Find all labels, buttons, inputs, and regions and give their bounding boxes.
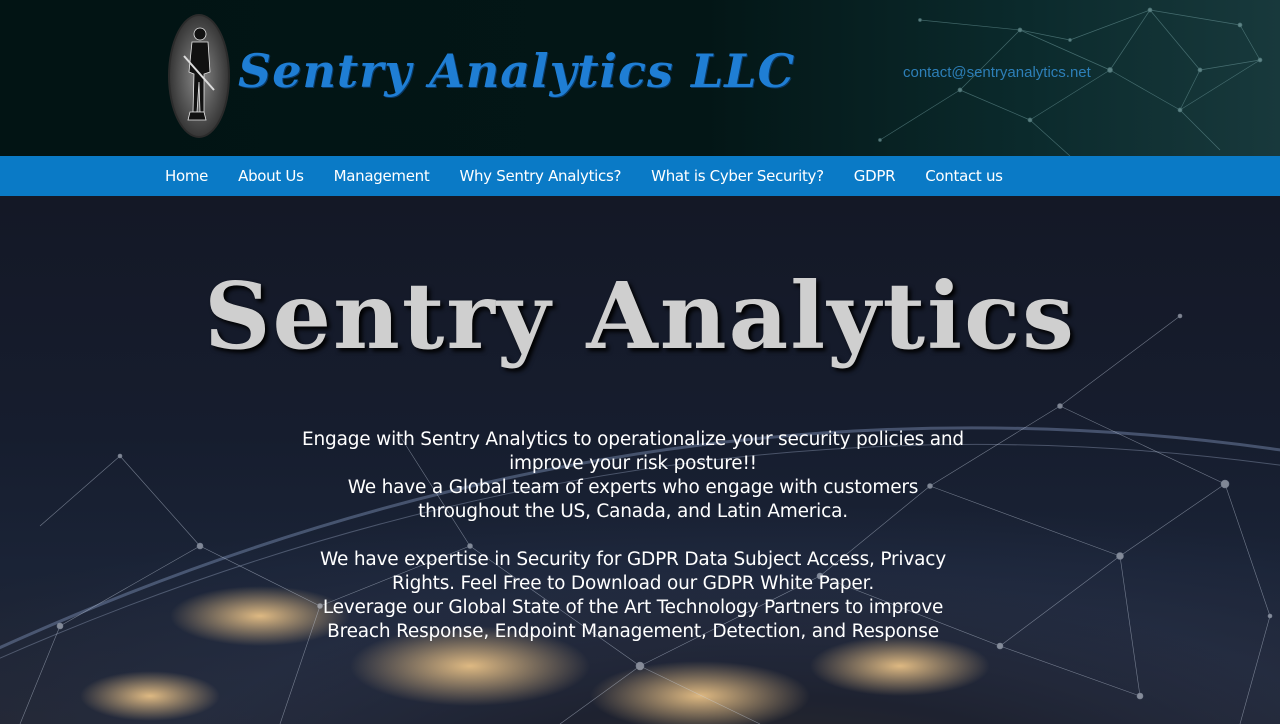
hero-text-line: throughout the US, Canada, and Latin Ame… <box>418 501 848 522</box>
nav-item-why-sentry-analytics[interactable]: Why Sentry Analytics? <box>444 156 636 196</box>
nav-list: Home About Us Management Why Sentry Anal… <box>150 156 1018 196</box>
brand-name[interactable]: Sentry Analytics LLC <box>238 44 795 98</box>
hero-description: Engage with Sentry Analytics to operatio… <box>300 428 966 644</box>
nav-item-about-us[interactable]: About Us <box>223 156 319 196</box>
hero-title: Sentry Analytics <box>204 262 1076 370</box>
hero-text-line: We have a Global team of experts who eng… <box>347 477 919 498</box>
hero-text-line: We have expertise in Security for GDPR D… <box>320 549 946 570</box>
nav-item-management[interactable]: Management <box>319 156 445 196</box>
hero-section: Sentry Analytics Engage with Sentry Anal… <box>0 196 1280 724</box>
nav-item-contact-us[interactable]: Contact us <box>910 156 1017 196</box>
hero-text-line: improve your risk posture!! <box>509 453 757 474</box>
hero-text-line: Rights. Feel Free to Download our GDPR W… <box>391 573 874 594</box>
main-navigation: Home About Us Management Why Sentry Anal… <box>0 156 1280 196</box>
contact-email-link[interactable]: contact@sentryanalytics.net <box>903 64 1091 81</box>
hero-text-line: Leverage our Global State of the Art Tec… <box>322 597 944 618</box>
hero-text-line: Engage with Sentry Analytics to operatio… <box>302 429 964 450</box>
nav-item-what-is-cyber-security[interactable]: What is Cyber Security? <box>636 156 839 196</box>
nav-item-gdpr[interactable]: GDPR <box>839 156 910 196</box>
site-header: Sentry Analytics LLC contact@sentryanaly… <box>0 0 1280 156</box>
minuteman-logo-icon[interactable] <box>168 14 230 138</box>
hero-text-line: Breach Response, Endpoint Management, De… <box>327 621 939 642</box>
nav-item-home[interactable]: Home <box>150 156 223 196</box>
